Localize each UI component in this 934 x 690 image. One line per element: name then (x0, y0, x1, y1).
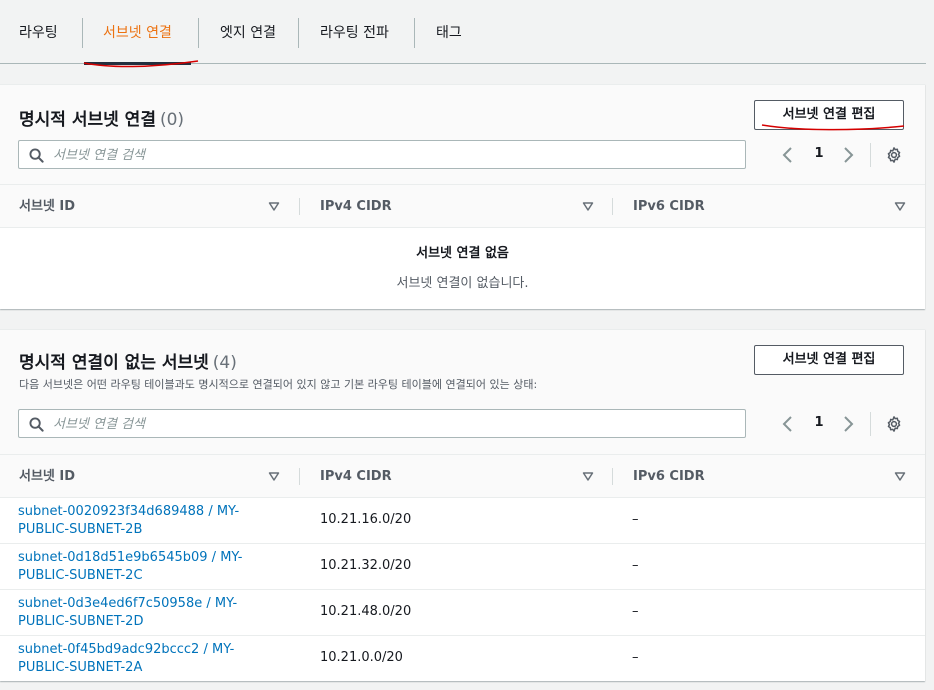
table-header: 서브넷 ID IPv4 CIDR IPv6 CIDR (0, 185, 925, 228)
column-header-ipv4-cidr[interactable]: IPv4 CIDR (320, 185, 392, 228)
column-header-subnet-id[interactable]: 서브넷 ID (19, 455, 75, 498)
ipv4-cidr-value: 10.21.32.0/20 (320, 558, 412, 573)
tab-bar: 라우팅 서브넷 연결 엣지 연결 라우팅 전파 태그 (0, 0, 926, 65)
ipv4-cidr-value: 10.21.48.0/20 (320, 604, 412, 619)
ipv6-cidr-value: – (632, 604, 639, 619)
gear-icon[interactable] (885, 415, 903, 433)
ipv6-cidr-value: – (632, 512, 639, 527)
table-row: subnet-0f45bd9adc92bccc2 / MY- PUBLIC-SUB… (0, 636, 925, 682)
chevron-left-icon[interactable] (780, 144, 796, 166)
ipv4-cidr-value: 10.21.16.0/20 (320, 512, 412, 527)
ipv6-cidr-value: – (632, 650, 639, 665)
tab-divider (298, 18, 299, 48)
subnet-link[interactable]: subnet-0d3e4ed6f7c50958e / MY- PUBLIC-SUB… (18, 595, 258, 631)
item-count: (0) (159, 110, 185, 130)
tab-route-propagation[interactable]: 라우팅 전파 (301, 0, 408, 64)
subnets-without-explicit-associations-panel: 명시적 연결이 없는 서브넷 (4) 다음 서브넷은 어떤 라우팅 테이블과도 명… (0, 329, 925, 681)
table-row: subnet-0d3e4ed6f7c50958e / MY- PUBLIC-SUB… (0, 590, 925, 636)
pager-divider (870, 412, 871, 436)
search-icon (29, 148, 44, 163)
sort-caret-icon[interactable] (268, 470, 280, 482)
column-header-subnet-id[interactable]: 서브넷 ID (19, 185, 75, 228)
empty-state-title: 서브넷 연결 없음 (416, 246, 509, 261)
subnet-link[interactable]: subnet-0d18d51e9b6545b09 / MY- PUBLIC-SUB… (18, 549, 258, 585)
page-number[interactable]: 1 (812, 415, 826, 430)
subnet-link[interactable]: subnet-0f45bd9adc92bccc2 / MY- PUBLIC-SUB… (18, 641, 258, 677)
ipv6-cidr-value: – (632, 558, 639, 573)
column-divider (299, 198, 300, 215)
sort-caret-icon[interactable] (582, 200, 594, 212)
table-row: subnet-0d18d51e9b6545b09 / MY- PUBLIC-SUB… (0, 544, 925, 590)
table-row: subnet-0020923f34d689488 / MY- PUBLIC-SUB… (0, 498, 925, 544)
tab-subnet-associations[interactable]: 서브넷 연결 (84, 0, 191, 65)
table-header: 서브넷 ID IPv4 CIDR IPv6 CIDR (0, 455, 925, 498)
search-input[interactable] (53, 145, 733, 165)
panel-title: 명시적 서브넷 연결 (0) (19, 110, 185, 130)
gear-icon[interactable] (885, 146, 903, 164)
column-header-ipv6-cidr[interactable]: IPv6 CIDR (633, 185, 705, 228)
column-divider (299, 468, 300, 485)
search-box (18, 140, 746, 169)
search-icon (29, 417, 44, 432)
tab-divider (414, 18, 415, 48)
edit-subnet-associations-button[interactable]: 서브넷 연결 편집 (754, 345, 904, 375)
panel-description: 다음 서브넷은 어떤 라우팅 테이블과도 명시적으로 연결되어 있지 않고 기본… (19, 378, 538, 391)
tab-divider (82, 18, 83, 48)
panel-header: 명시적 서브넷 연결(0) 서브넷 연결 편집 1 (0, 85, 925, 185)
column-divider (612, 198, 613, 215)
subnet-link[interactable]: subnet-0020923f34d689488 / MY- PUBLIC-SUB… (18, 503, 258, 539)
tab-tags[interactable]: 태그 (417, 0, 481, 64)
search-box (18, 409, 746, 438)
column-divider (612, 468, 613, 485)
panel-header: 명시적 연결이 없는 서브넷 (4) 다음 서브넷은 어떤 라우팅 테이블과도 명… (0, 330, 925, 455)
column-header-ipv6-cidr[interactable]: IPv6 CIDR (633, 455, 705, 498)
tab-divider (198, 18, 199, 48)
edit-subnet-associations-button[interactable]: 서브넷 연결 편집 (754, 100, 904, 130)
tab-routes[interactable]: 라우팅 (0, 0, 77, 64)
page-number[interactable]: 1 (812, 146, 826, 161)
empty-state-message: 서브넷 연결이 없습니다. (396, 276, 529, 291)
explicit-subnet-associations-panel: 명시적 서브넷 연결(0) 서브넷 연결 편집 1 서브넷 ID IPv4 CI… (0, 84, 925, 309)
panel-title: 명시적 연결이 없는 서브넷 (4) (19, 353, 237, 373)
pagination: 1 (780, 413, 860, 437)
item-count: (4) (212, 353, 237, 373)
sort-caret-icon[interactable] (268, 200, 280, 212)
chevron-left-icon[interactable] (780, 413, 796, 435)
chevron-right-icon[interactable] (840, 413, 856, 435)
sort-caret-icon[interactable] (582, 470, 594, 482)
column-header-ipv4-cidr[interactable]: IPv4 CIDR (320, 455, 392, 498)
pager-divider (870, 143, 871, 167)
search-input[interactable] (53, 414, 733, 434)
sort-caret-icon[interactable] (894, 470, 906, 482)
pagination: 1 (780, 144, 860, 168)
tab-edge-associations[interactable]: 엣지 연결 (201, 0, 295, 64)
ipv4-cidr-value: 10.21.0.0/20 (320, 650, 403, 665)
sort-caret-icon[interactable] (894, 200, 906, 212)
chevron-right-icon[interactable] (840, 144, 856, 166)
